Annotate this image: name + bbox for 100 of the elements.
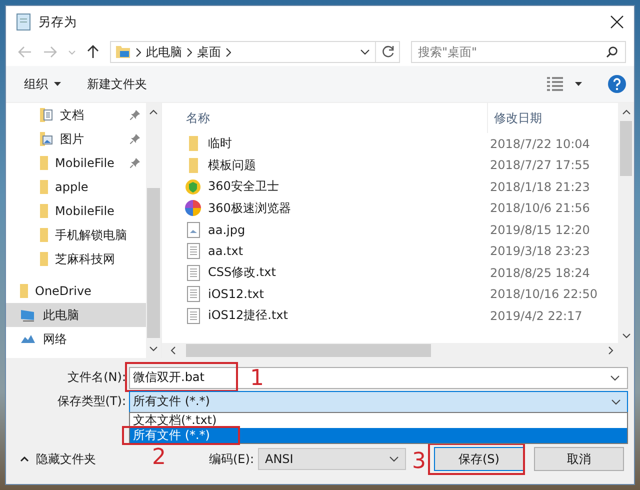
file-row[interactable]: aa.jpg 2019/8/15 12:20 <box>174 219 618 240</box>
folder-icon <box>20 284 28 298</box>
file-name: 360极速浏览器 <box>207 200 292 217</box>
scroll-down-icon[interactable] <box>149 346 158 352</box>
modified-date: 2019/8/15 12:20 <box>489 222 590 237</box>
dropdown-caret-icon[interactable] <box>389 456 399 462</box>
nav-item[interactable]: OneDrive <box>6 279 146 303</box>
scroll-left-icon[interactable] <box>170 346 176 355</box>
scrollbar[interactable] <box>618 103 634 343</box>
organize-button[interactable]: 组织 <box>22 74 50 94</box>
file-row[interactable]: 360安全卫士 2018/1/18 21:23 <box>174 176 618 198</box>
nav-item[interactable]: apple <box>6 175 146 199</box>
column-header[interactable]: 修改日期 <box>487 103 542 133</box>
scroll-thumb[interactable] <box>186 344 431 357</box>
computer-icon <box>20 308 36 322</box>
file-name: aa.txt <box>207 244 244 258</box>
file-row[interactable]: iOS12捷径.txt 2019/4/2 22:17 <box>174 305 618 326</box>
modified-date: 2019/3/18 23:23 <box>489 244 590 258</box>
file-row[interactable]: 临时 2018/7/22 10:04 <box>174 133 618 154</box>
chevron-icon[interactable] <box>226 48 231 56</box>
address-bar[interactable]: 此电脑 桌面 <box>110 41 400 63</box>
refresh-icon[interactable] <box>381 45 395 59</box>
scroll-right-icon[interactable] <box>608 346 614 355</box>
file-row[interactable]: iOS12.txt 2018/10/16 22:50 <box>174 284 618 305</box>
chevron-icon <box>187 48 192 56</box>
nav-item[interactable]: 图片 <box>6 127 146 151</box>
field-label: 文件名(N): <box>66 369 127 386</box>
save-type-dropdown[interactable]: 所有文件 (*.*) <box>129 390 628 412</box>
nav-item[interactable]: MobileFile <box>6 199 146 223</box>
annotation-number: 2 <box>152 447 166 469</box>
scroll-down-icon[interactable] <box>622 333 630 339</box>
image-file-icon <box>186 222 200 238</box>
close-icon[interactable] <box>610 15 624 29</box>
field-label: 编码(E): <box>209 450 254 468</box>
nav-item[interactable]: 此电脑 <box>6 303 146 327</box>
field-label: 保存类型(T): <box>56 393 127 410</box>
scroll-thumb[interactable] <box>147 188 160 338</box>
chevron-icon <box>136 48 141 56</box>
search-icon <box>606 46 618 58</box>
folder-icon <box>40 180 48 194</box>
shield-app-icon <box>185 178 201 195</box>
modified-date: 2019/4/2 22:17 <box>489 308 582 323</box>
text-file-icon <box>186 308 200 324</box>
caret-icon[interactable] <box>54 82 61 86</box>
save-button[interactable]: 保存(S) <box>434 447 524 471</box>
dropdown-caret-icon[interactable] <box>610 374 620 380</box>
dropdown-option[interactable]: 所有文件 (*.*) <box>130 428 627 443</box>
encoding-dropdown[interactable]: ANSI <box>258 448 406 470</box>
folder-icon <box>40 252 48 266</box>
file-row[interactable]: 模板问题 2018/7/27 17:55 <box>174 154 618 176</box>
folder-icon <box>40 228 48 242</box>
nav-item[interactable]: 网络 <box>6 327 146 351</box>
dropdown-caret-icon[interactable] <box>360 49 370 55</box>
pin-icon[interactable] <box>130 158 140 168</box>
dropdown-option[interactable]: 文本文档(*.txt) <box>130 413 627 428</box>
modified-date: 2018/1/18 21:23 <box>489 180 590 194</box>
horizontal-scrollbar[interactable] <box>162 343 634 358</box>
file-name: CSS修改.txt <box>207 264 277 282</box>
caret-up-icon[interactable] <box>20 456 29 462</box>
nav-item[interactable]: 芝麻科技网 <box>6 247 146 271</box>
scroll-up-icon[interactable] <box>622 109 630 115</box>
nav-item[interactable]: MobileFile <box>6 151 146 175</box>
scroll-up-icon[interactable] <box>149 109 158 115</box>
nav-item[interactable]: 手机解锁电脑 <box>6 223 146 247</box>
file-name: iOS12.txt <box>207 287 265 302</box>
file-row[interactable]: aa.txt 2019/3/18 23:23 <box>174 240 618 262</box>
new-folder-button[interactable]: 新建文件夹 <box>85 74 149 94</box>
view-options-icon[interactable] <box>547 77 563 91</box>
folder-icon <box>40 204 48 218</box>
cancel-button[interactable]: 取消 <box>534 447 624 471</box>
folder-icon <box>40 156 48 170</box>
modified-date: 2018/7/27 17:55 <box>489 158 590 172</box>
file-name: 模板问题 <box>207 156 257 174</box>
file-row[interactable]: CSS修改.txt 2018/8/25 18:24 <box>174 262 618 284</box>
file-row[interactable]: 360极速浏览器 2018/10/6 21:56 <box>174 198 618 219</box>
dropdown-caret-icon[interactable] <box>611 398 621 404</box>
modified-date: 2018/8/25 18:24 <box>489 266 590 280</box>
folder-icon <box>188 158 198 173</box>
pin-icon[interactable] <box>130 110 140 120</box>
breadcrumb[interactable]: 桌面 <box>197 44 221 60</box>
hide-folders-toggle[interactable]: 隐藏文件夹 <box>36 450 96 468</box>
modified-date: 2018/10/16 22:50 <box>489 287 598 302</box>
scrollbar[interactable] <box>146 103 161 358</box>
folder-icon <box>115 45 131 59</box>
picture-folder-icon <box>40 132 53 146</box>
nav-item[interactable]: 文档 <box>6 103 146 127</box>
column-header[interactable]: 名称 <box>174 110 487 126</box>
text-file-icon <box>186 243 200 260</box>
search-field[interactable]: 搜索"桌面" <box>411 41 626 63</box>
scroll-thumb[interactable] <box>620 121 632 176</box>
breadcrumb[interactable]: 此电脑 <box>146 44 182 60</box>
caret-icon[interactable] <box>575 82 582 86</box>
pin-icon[interactable] <box>130 134 140 144</box>
file-name: iOS12捷径.txt <box>207 307 289 324</box>
help-icon[interactable] <box>608 75 626 93</box>
text-file-icon <box>186 264 200 281</box>
browser-app-icon <box>185 200 201 216</box>
file-name: aa.jpg <box>207 222 246 237</box>
file-name: 360安全卫士 <box>207 178 280 196</box>
up-arrow-icon[interactable] <box>87 45 99 59</box>
